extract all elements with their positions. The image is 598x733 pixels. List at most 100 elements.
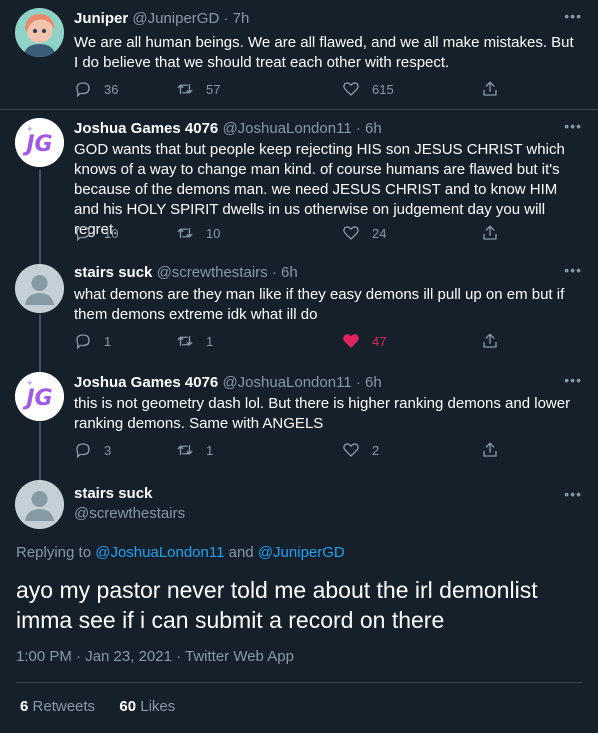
reply-icon [76, 82, 90, 98]
reply-count: 1 [104, 333, 112, 349]
reply-button[interactable]: 36 [74, 80, 118, 98]
share-button[interactable] [481, 80, 499, 98]
svg-text:✦: ✦ [26, 125, 34, 135]
share-button[interactable] [481, 332, 499, 350]
retweet-button[interactable]: 57 [176, 80, 220, 98]
like-count: 2 [372, 442, 380, 458]
mention-link[interactable]: @JoshuaLondon11 [95, 544, 224, 561]
tweet-stats: 6 Retweets 60 Likes [20, 698, 175, 715]
retweet-button[interactable]: 1 [176, 332, 213, 350]
svg-text:JG: JG [22, 132, 52, 157]
retweet-count: 10 [206, 225, 221, 241]
reply-button[interactable]: 1 [74, 332, 111, 350]
svg-text:✦: ✦ [26, 379, 34, 389]
reply-count: 36 [104, 81, 119, 97]
retweet-icon [177, 444, 193, 456]
heart-icon [343, 443, 359, 457]
tweet-text: what demons are they man like if they ea… [74, 286, 565, 323]
avatar[interactable]: JG ✦ [15, 118, 64, 167]
heart-icon [343, 226, 359, 240]
likes-stat[interactable]: 60 Likes [119, 698, 175, 715]
tweet-time[interactable]: 6h [365, 374, 382, 391]
retweet-count: 57 [206, 81, 221, 97]
retweet-count: 1 [206, 442, 214, 458]
svg-text:JG: JG [22, 386, 52, 411]
tweet-time[interactable]: 6h [365, 120, 382, 137]
avatar[interactable] [15, 8, 64, 57]
author-name[interactable]: Joshua Games 4076 [74, 120, 218, 137]
thread-line [39, 170, 41, 256]
reply-count: 10 [104, 225, 119, 241]
tweet-text: ayo my pastor never told me about the ir… [16, 577, 538, 633]
author-name[interactable]: stairs suck [74, 264, 152, 281]
author-handle[interactable]: @screwthestairs [74, 505, 185, 522]
author-handle[interactable]: @JoshuaLondon11 [222, 120, 351, 137]
tweet-3[interactable]: stairs suck @screwthestairs · 6h ••• wha… [0, 254, 598, 366]
author-handle[interactable]: @JoshuaLondon11 [222, 374, 351, 391]
avatar-logo-icon: JG ✦ [15, 118, 64, 167]
tweet-timestamp[interactable]: 1:00 PM · Jan 23, 2021 · Twitter Web App [16, 648, 294, 665]
retweet-button[interactable]: 1 [176, 441, 213, 459]
tweet-actions: 1 1 47 [74, 332, 514, 352]
avatar[interactable] [15, 480, 64, 529]
tweet-time[interactable]: 6h [281, 264, 298, 281]
retweet-icon [177, 83, 193, 95]
author-name[interactable]: Juniper [74, 10, 128, 27]
heart-icon [343, 82, 359, 96]
mention-link[interactable]: @JuniperGD [258, 544, 345, 561]
like-button[interactable]: 24 [342, 224, 386, 242]
author-name[interactable]: Joshua Games 4076 [74, 374, 218, 391]
reply-button[interactable]: 3 [74, 441, 111, 459]
retweet-count: 1 [206, 333, 214, 349]
author-handle[interactable]: @screwthestairs [157, 264, 268, 281]
tweet-2[interactable]: JG ✦ Joshua Games 4076 @JoshuaLondon11 ·… [0, 110, 598, 256]
replying-and: and [228, 544, 254, 561]
retweet-button[interactable]: 10 [176, 224, 220, 242]
share-icon [483, 225, 497, 240]
tweet-text: We are all human beings. We are all flaw… [74, 34, 574, 71]
tweet-1[interactable]: Juniper @JuniperGD · 7h ••• We are all h… [0, 0, 598, 110]
more-icon[interactable]: ••• [564, 8, 582, 24]
tweet-header: Juniper @JuniperGD · 7h [74, 10, 250, 27]
author-name[interactable]: stairs suck [74, 485, 152, 502]
more-icon[interactable]: ••• [564, 486, 582, 502]
thread-line [39, 364, 41, 372]
avatar[interactable]: JG ✦ [15, 372, 64, 421]
avatar-logo-icon: JG ✦ [15, 372, 64, 421]
heart-filled-icon [343, 334, 359, 348]
replying-to: Replying to @JoshuaLondon11 and @Juniper… [16, 544, 345, 561]
retweet-icon [177, 227, 193, 239]
like-count: 47 [372, 333, 387, 349]
default-profile-icon [15, 480, 64, 529]
reply-icon [76, 334, 90, 350]
like-count: 24 [372, 225, 387, 241]
like-button[interactable]: 615 [342, 80, 394, 98]
more-icon[interactable]: ••• [564, 118, 582, 134]
share-button[interactable] [481, 441, 499, 459]
retweet-icon [177, 335, 193, 347]
like-button[interactable]: 2 [342, 441, 379, 459]
reply-button[interactable]: 10 [74, 224, 118, 242]
author-handle[interactable]: @JuniperGD [132, 10, 219, 27]
tweet-actions: 36 57 615 [74, 80, 514, 100]
tweet-4[interactable]: JG ✦ Joshua Games 4076 @JoshuaLondon11 ·… [0, 364, 598, 476]
tweet-header: Joshua Games 4076 @JoshuaLondon11 · 6h [74, 374, 382, 391]
replying-prefix: Replying to [16, 544, 92, 561]
tweet-header: Joshua Games 4076 @JoshuaLondon11 · 6h [74, 120, 382, 137]
tweet-time[interactable]: 7h [233, 10, 250, 27]
default-profile-icon [15, 264, 64, 313]
share-button[interactable] [481, 224, 499, 242]
divider [16, 682, 582, 683]
likes-count: 60 [119, 698, 137, 715]
thread-line [39, 472, 41, 480]
more-icon[interactable]: ••• [564, 372, 582, 388]
retweets-stat[interactable]: 6 Retweets [20, 698, 95, 715]
avatar[interactable] [15, 264, 64, 313]
more-icon[interactable]: ••• [564, 262, 582, 278]
share-icon [483, 333, 497, 348]
retweets-count: 6 [20, 698, 29, 715]
like-button[interactable]: 47 [342, 332, 386, 350]
tweet-header: stairs suck @screwthestairs · 6h [74, 264, 298, 281]
share-icon [483, 81, 497, 96]
reply-icon [76, 226, 90, 242]
